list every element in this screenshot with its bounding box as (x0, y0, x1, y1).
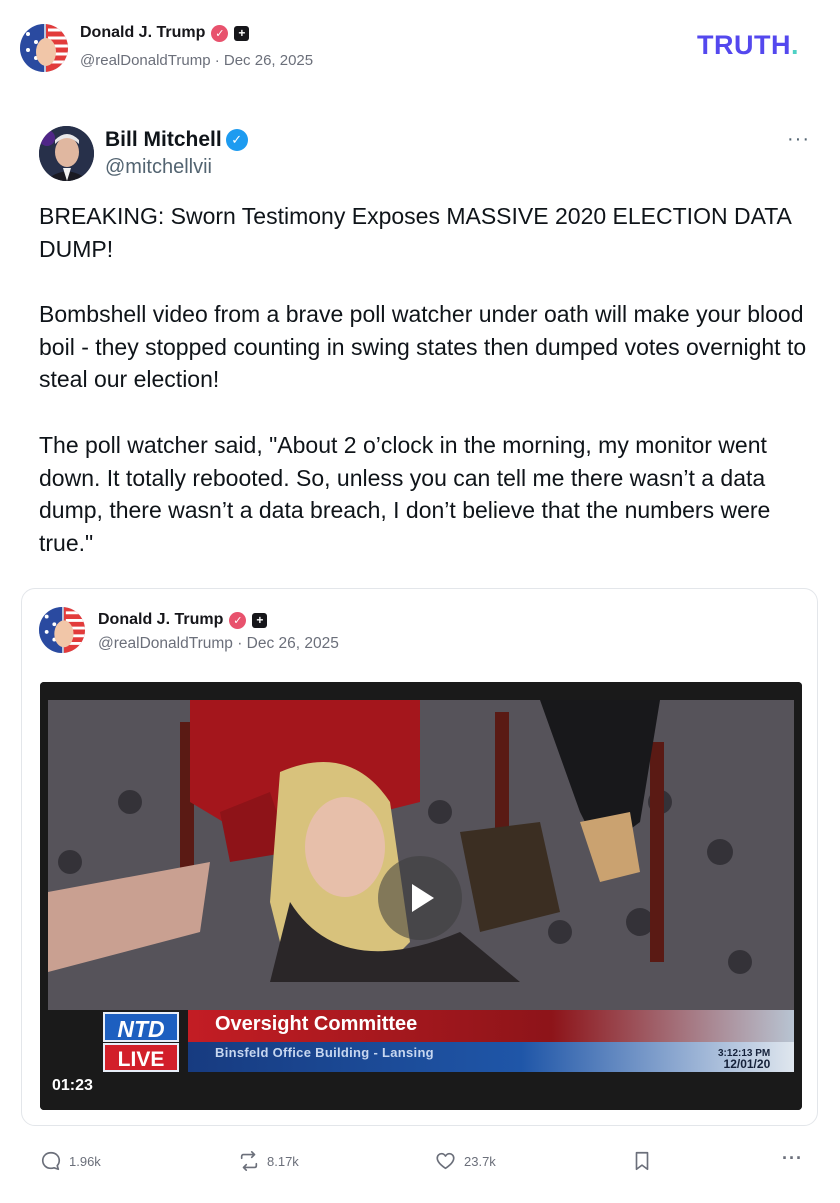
post-paragraph-3: The poll watcher said, "About 2 o’clock … (39, 432, 771, 556)
author-handle-date[interactable]: @realDonaldTrump · Dec 26, 2025 (80, 52, 313, 69)
broadcast-clock: 3:12:13 PM 12/01/20 (718, 1048, 770, 1070)
more-options-button[interactable]: ··· (782, 1148, 803, 1169)
verified-badge-icon: ✓ (211, 24, 229, 42)
ntd-label: NTD (103, 1012, 179, 1042)
like-button[interactable]: 23.7k (434, 1150, 496, 1172)
bill-mitchell-handle: @mitchellvii (105, 156, 212, 178)
bookmark-icon (635, 1151, 649, 1171)
author-name-row[interactable]: Donald J. Trump ✓ + (80, 24, 250, 42)
retruth-count: 8.17k (267, 1153, 299, 1169)
lower-third-title: Oversight Committee (215, 1013, 418, 1035)
reply-count: 1.96k (69, 1153, 101, 1169)
truth-social-logo[interactable]: TRUTH. (697, 30, 799, 61)
more-icon: ··· (782, 1148, 803, 1168)
reply-button[interactable]: 1.96k (40, 1150, 101, 1172)
live-label: LIVE (103, 1043, 179, 1072)
clock-date: 12/01/20 (723, 1057, 771, 1071)
brand-dot: . (790, 30, 799, 60)
quoted-author-name-row: Donald J. Trump ✓ + (98, 611, 268, 629)
reply-icon (41, 1151, 61, 1171)
lower-third-subtitle: Binsfeld Office Building - Lansing (215, 1045, 434, 1060)
post-action-bar: 1.96k 8.17k 23.7k ··· (0, 1140, 840, 1184)
verified-badge-icon: ✓ (229, 611, 247, 629)
video-duration: 01:23 (52, 1077, 93, 1094)
ntd-live-logo: NTD LIVE (103, 1010, 179, 1072)
news-lower-third: NTD LIVE Oversight Committee Binsfeld Of… (48, 1010, 794, 1072)
bookmark-button[interactable] (632, 1150, 652, 1172)
brand-text: TRUTH (697, 30, 791, 60)
plus-badge-icon: + (252, 612, 268, 628)
more-icon: ··· (787, 128, 810, 150)
retruth-icon (240, 1151, 258, 1171)
video-thumbnail: NTD LIVE Oversight Committee Binsfeld Of… (40, 682, 802, 1110)
play-icon (378, 856, 462, 940)
quoted-handle-date: @realDonaldTrump · Dec 26, 2025 (98, 635, 339, 652)
quoted-post-card: Donald J. Trump ✓ + @realDonaldTrump · D… (21, 588, 818, 1126)
like-count: 23.7k (464, 1153, 496, 1169)
retruth-button[interactable]: 8.17k (238, 1150, 299, 1172)
blue-check-icon: ✓ (225, 129, 248, 151)
bill-mitchell-avatar (39, 126, 94, 181)
post-paragraph-1: BREAKING: Sworn Testimony Exposes MASSIV… (39, 203, 791, 262)
plus-badge-icon: + (234, 25, 250, 41)
author-avatar[interactable] (20, 24, 68, 72)
bill-mitchell-name: Bill Mitchell (105, 128, 222, 151)
post-paragraph-2: Bombshell video from a brave poll watche… (39, 301, 807, 392)
like-icon (436, 1152, 455, 1170)
quoted-author-avatar (39, 607, 85, 653)
quoted-author-name: Donald J. Trump (98, 611, 224, 628)
flag-avatar-icon (20, 24, 68, 72)
bill-mitchell-name-row: Bill Mitchell ✓ (105, 128, 248, 152)
author-name[interactable]: Donald J. Trump (80, 24, 205, 42)
retruth-image[interactable]: Bill Mitchell ✓ @mitchellvii ··· BREAKIN… (18, 108, 824, 1126)
